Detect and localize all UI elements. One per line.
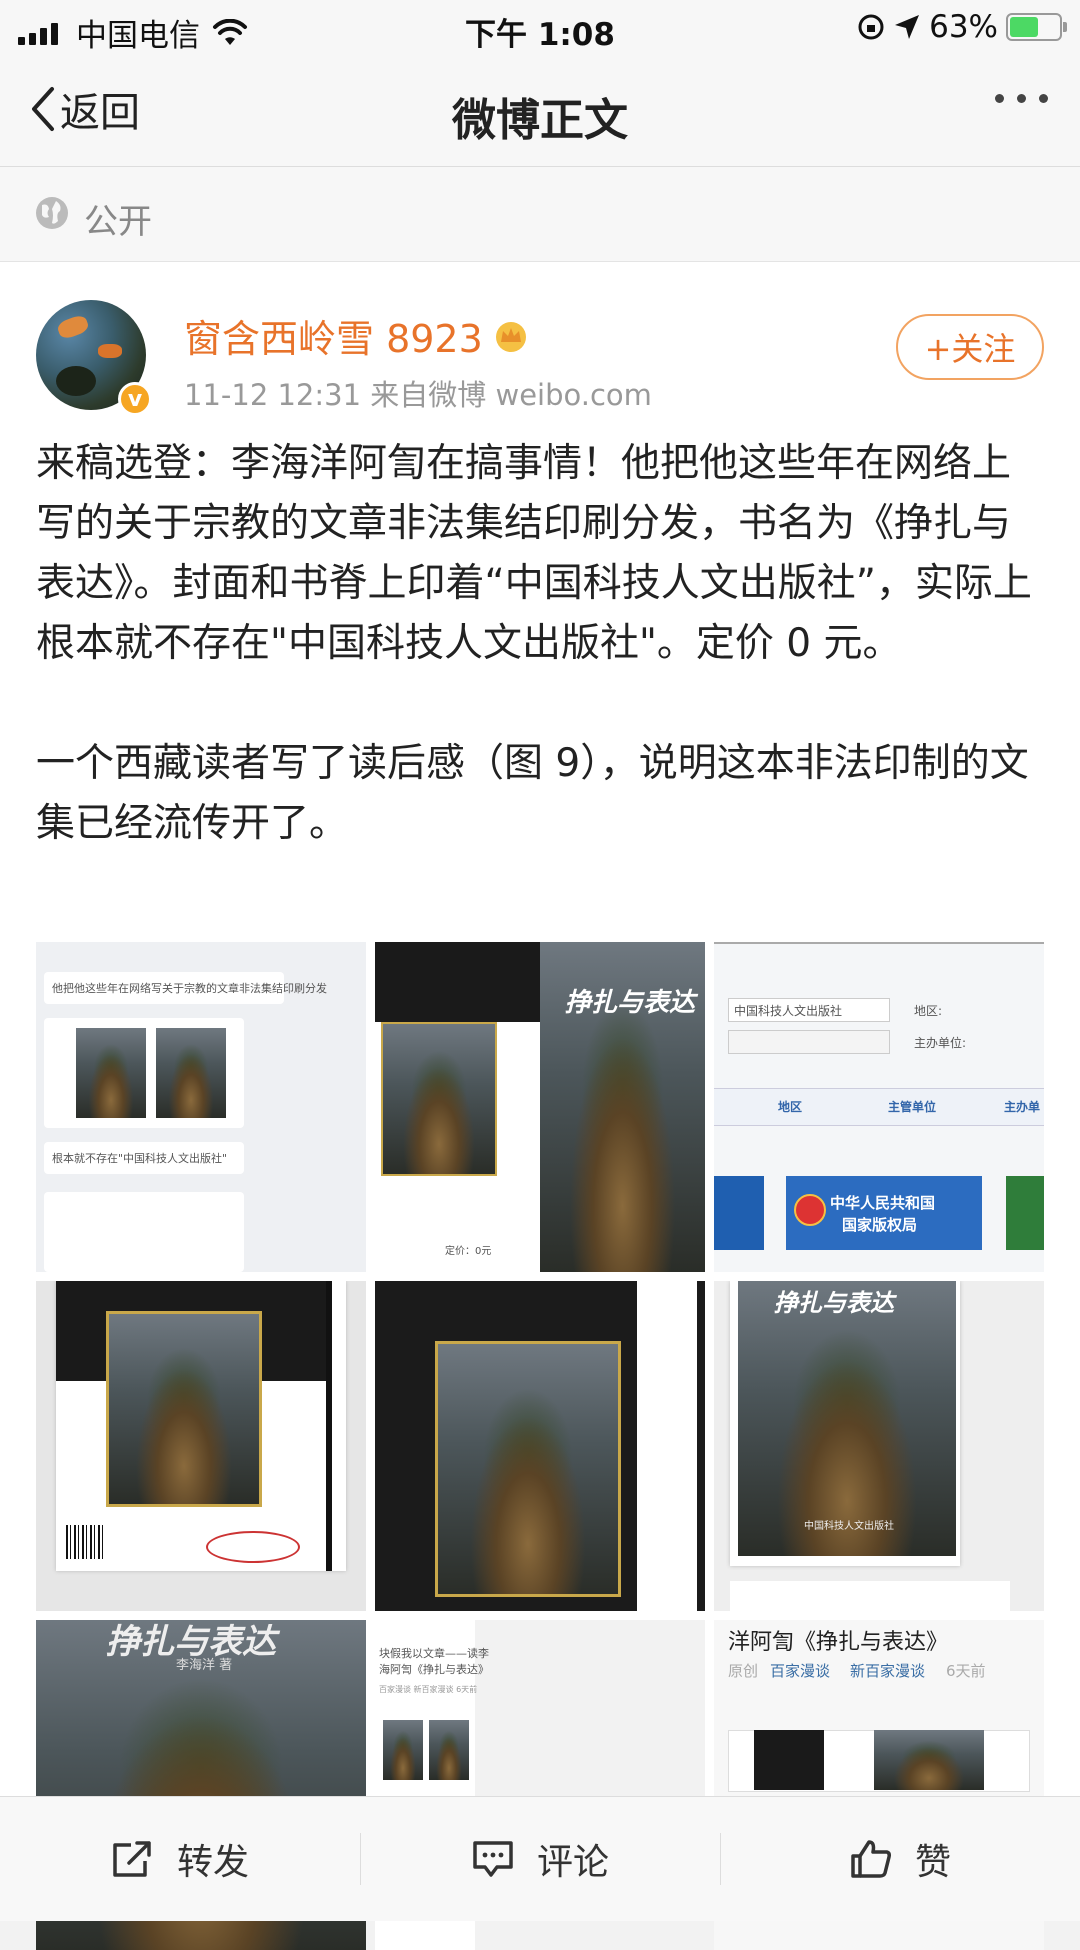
visibility-row: 公开 — [0, 167, 1080, 262]
image-9-tag: 原创 — [728, 1662, 759, 1680]
image-9-sub-3: 6天前 — [946, 1662, 986, 1680]
thumbs-up-icon — [851, 1840, 891, 1878]
image-9-title: 洋阿訇《挣扎与表达》 — [728, 1630, 949, 1655]
image-thumbnail-6[interactable]: 挣扎与表达 中国科技人文出版社 — [714, 1281, 1044, 1611]
comment-label: 评论 — [536, 1842, 609, 1883]
battery-icon — [1006, 13, 1067, 41]
image-3-banner-2: 国家版权局 — [842, 1216, 918, 1234]
image-9-sub-2: 新百家漫谈 — [850, 1662, 926, 1680]
image-grid: 他把他这些年在网络写关于宗教的文章非法集结印刷分发 根本就不存在"中国科技人文出… — [36, 942, 1044, 1950]
image-thumbnail-2[interactable]: 定价：0元 挣扎与表达 — [375, 942, 705, 1272]
image-3-host-label: 主办单位: — [914, 1036, 967, 1050]
comment-button[interactable]: 评论 — [360, 1797, 720, 1921]
verified-badge-icon: v — [118, 382, 152, 416]
post-body: 来稿选登：李海洋阿訇在搞事情！他把他这些年在网络上写的关于宗教的文章非法集结印刷… — [36, 434, 1048, 854]
follow-button[interactable]: +关注 — [896, 314, 1044, 380]
image-9-sub-1: 百家漫谈 — [770, 1662, 831, 1680]
image-1-text-2: 根本就不存在"中国科技人文出版社" — [52, 1152, 228, 1165]
post-card: v 窗含西岭雪 8923 11-12 12:31 来自微博 weibo.com … — [0, 262, 1080, 1950]
battery-fill — [1010, 17, 1038, 37]
status-bar: 中国电信 下午 1:08 63% — [0, 0, 1080, 56]
image-3-publisher: 中国科技人文出版社 — [734, 1004, 843, 1018]
repost-label: 转发 — [176, 1842, 249, 1883]
like-label: 赞 — [914, 1842, 951, 1883]
action-bar: 转发 评论 赞 — [0, 1796, 1080, 1921]
post-paragraph-1: 来稿选登：李海洋阿訇在搞事情！他把他这些年在网络上写的关于宗教的文章非法集结印刷… — [36, 441, 1032, 666]
image-thumbnail-5[interactable] — [375, 1281, 705, 1611]
image-1-text-1: 他把他这些年在网络写关于宗教的文章非法集结印刷分发 — [52, 982, 327, 995]
image-7-author: 李海洋 著 — [176, 1658, 233, 1673]
image-2-book-title: 挣扎与表达 — [565, 988, 696, 1018]
rotation-lock-icon — [858, 14, 884, 40]
image-6-publisher: 中国科技人文出版社 — [804, 1521, 894, 1532]
comment-icon — [473, 1841, 513, 1877]
post-paragraph-2: 一个西藏读者写了读后感（图 9），说明这本非法印制的文集已经流传开了。 — [36, 741, 1029, 846]
more-dots-icon — [995, 94, 1004, 103]
crown-icon — [495, 321, 526, 352]
globe-icon — [36, 197, 68, 229]
visibility-label: 公开 — [84, 202, 152, 242]
post-meta: 11-12 12:31 来自微博 weibo.com — [184, 378, 652, 412]
image-thumbnail-3[interactable]: 中国科技人文出版社 地区: 主办单位: 地区 主管单位 主办单 中华人民共和国 … — [714, 942, 1044, 1272]
image-8-text: 块假我以文章——读李海阿訇《挣扎与表达》 — [379, 1647, 489, 1676]
barcode-icon — [66, 1525, 106, 1559]
status-right: 63% — [857, 9, 1067, 45]
repost-icon — [113, 1841, 151, 1877]
image-8-sub: 百家漫谈 新百家漫谈 6天前 — [379, 1685, 478, 1694]
image-3-col-1: 地区 — [778, 1100, 803, 1114]
emblem-icon — [794, 1194, 826, 1226]
author-name-text: 窗含西岭雪 8923 — [184, 317, 483, 361]
image-thumbnail-1[interactable]: 他把他这些年在网络写关于宗教的文章非法集结印刷分发 根本就不存在"中国科技人文出… — [36, 942, 366, 1272]
more-options-button[interactable] — [982, 94, 1048, 103]
nav-bar: 返回 微博正文 — [0, 56, 1080, 167]
image-6-book-title: 挣扎与表达 — [774, 1289, 894, 1317]
author-name[interactable]: 窗含西岭雪 8923 — [184, 308, 529, 363]
avatar[interactable]: v — [36, 300, 152, 416]
image-3-col-3: 主办单 — [1004, 1100, 1041, 1114]
image-2-price: 定价：0元 — [445, 1246, 492, 1257]
like-button[interactable]: 赞 — [720, 1797, 1080, 1921]
repost-button[interactable]: 转发 — [0, 1797, 360, 1921]
location-icon — [895, 15, 920, 39]
page-title: 微博正文 — [452, 95, 628, 146]
battery-percent: 63% — [929, 9, 998, 45]
image-3-col-2: 主管单位 — [888, 1100, 937, 1114]
image-3-banner-1: 中华人民共和国 — [830, 1194, 936, 1212]
image-thumbnail-4[interactable] — [36, 1281, 366, 1611]
image-3-region-label: 地区: — [914, 1004, 943, 1018]
